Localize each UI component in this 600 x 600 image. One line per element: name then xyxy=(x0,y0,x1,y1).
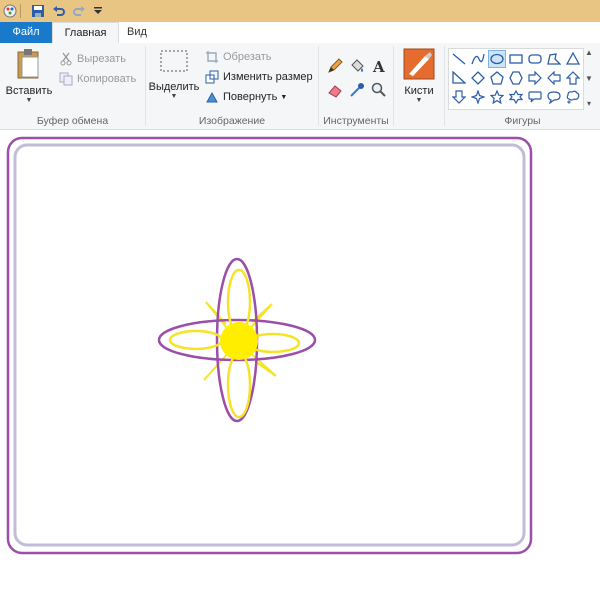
brushes-group: Кисти ▼ xyxy=(394,43,444,129)
diamond-shape-icon[interactable] xyxy=(469,69,487,87)
select-dropdown-icon[interactable]: ▼ xyxy=(148,93,200,101)
paste-dropdown-icon[interactable]: ▼ xyxy=(4,97,54,105)
scroll-up-icon[interactable]: ▲ xyxy=(585,48,593,57)
drawing-canvas[interactable] xyxy=(0,130,600,600)
magnifier-icon[interactable] xyxy=(370,81,388,99)
fill-icon[interactable] xyxy=(348,57,366,75)
polygon-shape-icon[interactable] xyxy=(545,50,563,68)
right-triangle-shape-icon[interactable] xyxy=(450,69,468,87)
copy-button[interactable]: Копировать xyxy=(58,70,136,88)
crop-label: Обрезать xyxy=(223,51,272,63)
crop-button[interactable]: Обрезать xyxy=(204,48,272,66)
cut-label: Вырезать xyxy=(77,53,126,65)
text-icon[interactable]: A xyxy=(370,57,388,75)
flower-center xyxy=(220,322,258,360)
copy-icon xyxy=(58,71,74,87)
left-arrow-shape-icon[interactable] xyxy=(545,69,563,87)
tools-group: A Инструменты xyxy=(319,43,393,129)
shapes-scrollbar[interactable]: ▲ ▼ ▾ xyxy=(583,48,595,108)
cloud-callout-shape-icon[interactable] xyxy=(564,88,582,106)
paint-app-icon xyxy=(2,3,18,19)
brushes-button[interactable]: Кисти ▼ xyxy=(398,48,440,105)
paste-button[interactable]: Вставить ▼ xyxy=(4,48,54,105)
svg-text:A: A xyxy=(372,58,385,74)
inner-frame xyxy=(13,143,526,547)
flower-drawing xyxy=(157,257,317,423)
brush-icon xyxy=(398,48,440,83)
ribbon: Вставить ▼ Вырезать Копировать Буфер обм… xyxy=(0,43,600,130)
crop-icon xyxy=(204,49,220,65)
image-group-label: Изображение xyxy=(198,115,266,127)
tab-file[interactable]: Файл xyxy=(0,22,52,43)
pencil-icon[interactable] xyxy=(326,57,344,75)
brushes-label: Кисти xyxy=(404,85,434,97)
expand-gallery-icon[interactable]: ▾ xyxy=(587,99,591,108)
resize-icon xyxy=(204,69,220,85)
canvas-workspace[interactable] xyxy=(0,130,600,600)
undo-icon[interactable] xyxy=(51,3,67,19)
scissors-icon xyxy=(58,51,74,67)
right-arrow-shape-icon[interactable] xyxy=(526,69,544,87)
copy-label: Копировать xyxy=(77,73,137,85)
paste-icon xyxy=(4,48,54,83)
qat-separator xyxy=(20,4,21,18)
six-point-star-shape-icon[interactable] xyxy=(507,88,525,106)
rotate-button[interactable]: Повернуть ▼ xyxy=(204,88,287,106)
oval-callout-shape-icon[interactable] xyxy=(545,88,563,106)
rectangle-shape-icon[interactable] xyxy=(507,50,525,68)
line-shape-icon[interactable] xyxy=(450,50,468,68)
resize-label: Изменить размер xyxy=(223,71,313,83)
tools-group-label: Инструменты xyxy=(323,115,389,127)
paste-label: Вставить xyxy=(5,85,53,97)
ribbon-tabs: Файл Главная Вид xyxy=(0,22,600,44)
left-inner-petal xyxy=(168,329,224,351)
rotate-dropdown-icon[interactable]: ▼ xyxy=(280,94,287,101)
resize-button[interactable]: Изменить размер xyxy=(204,68,313,86)
customize-qat-icon[interactable] xyxy=(90,3,106,19)
cut-button[interactable]: Вырезать xyxy=(58,50,126,68)
hexagon-shape-icon[interactable] xyxy=(507,69,525,87)
brushes-dropdown-icon[interactable]: ▼ xyxy=(398,97,440,105)
rotate-icon xyxy=(204,89,220,105)
five-point-star-shape-icon[interactable] xyxy=(488,88,506,106)
select-icon xyxy=(148,48,200,79)
eraser-icon[interactable] xyxy=(326,81,344,99)
pentagon-shape-icon[interactable] xyxy=(488,69,506,87)
clipboard-group-label: Буфер обмена xyxy=(36,115,109,127)
save-icon[interactable] xyxy=(30,3,46,19)
scroll-down-icon[interactable]: ▼ xyxy=(585,74,593,83)
select-button[interactable]: Выделить ▼ xyxy=(148,48,200,101)
color-picker-icon[interactable] xyxy=(348,81,366,99)
rotate-label: Повернуть xyxy=(223,91,278,103)
up-arrow-shape-icon[interactable] xyxy=(564,69,582,87)
oval-shape-icon[interactable] xyxy=(488,50,506,68)
quick-access-toolbar xyxy=(0,0,600,22)
down-arrow-shape-icon[interactable] xyxy=(450,88,468,106)
shapes-group-label: Фигуры xyxy=(504,115,541,127)
select-label: Выделить xyxy=(148,81,200,93)
rounded-rectangle-shape-icon[interactable] xyxy=(526,50,544,68)
rounded-callout-shape-icon[interactable] xyxy=(526,88,544,106)
shapes-gallery xyxy=(448,48,584,110)
tab-view[interactable]: Вид xyxy=(117,22,157,43)
tab-home[interactable]: Главная xyxy=(52,22,119,44)
redo-icon[interactable] xyxy=(71,3,87,19)
triangle-shape-icon[interactable] xyxy=(564,50,582,68)
image-group: Выделить ▼ Обрезать Изменить размер Пове… xyxy=(146,43,318,129)
outer-frame xyxy=(6,136,533,555)
curve-shape-icon[interactable] xyxy=(469,50,487,68)
clipboard-group: Вставить ▼ Вырезать Копировать Буфер обм… xyxy=(0,43,145,129)
four-point-star-shape-icon[interactable] xyxy=(469,88,487,106)
bottom-inner-petal xyxy=(226,351,252,419)
